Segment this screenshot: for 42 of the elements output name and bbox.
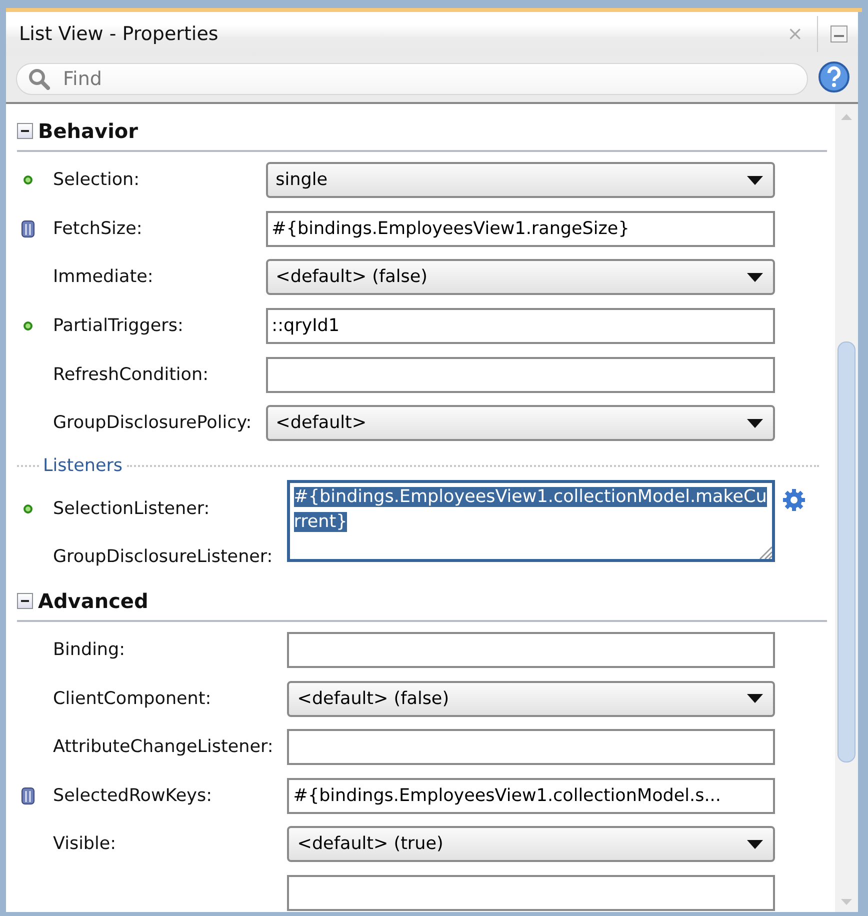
property-label: ClientComponent: [53,688,212,709]
caret-icon [747,840,763,849]
dropdown[interactable]: <default> (false) [266,259,775,296]
property-label: SelectionListener: [53,498,211,519]
text-field[interactable] [287,729,775,766]
text-field[interactable]: #{bindings.EmployeesView1.rangeSize} [266,210,775,247]
dropdown[interactable]: <default> (false) [287,680,775,717]
caret-icon [747,694,763,704]
property-label: AttributeChangeListener: [53,737,274,758]
property-label: GroupDisclosureListener: [53,547,273,568]
help-icon[interactable] [818,61,850,93]
resize-grip-icon [758,544,772,559]
search-icon [28,68,50,90]
collapse-toggle[interactable] [17,123,33,139]
text-field[interactable] [287,632,775,668]
property-label: GroupDisclosurePolicy: [53,413,252,434]
property-label: Selection: [53,170,141,190]
dropdown[interactable]: single [266,162,775,198]
section-title: Behavior [38,119,138,143]
dropdown[interactable]: <default> [266,405,775,442]
section-title: Advanced [38,588,148,613]
collapse-toggle[interactable] [17,592,33,609]
search-field[interactable]: Find [16,63,808,95]
property-label: RefreshCondition: [53,364,210,385]
group-label: Listeners [42,456,124,476]
property-label: Visible: [53,834,118,854]
settings-icon[interactable] [782,488,806,512]
text-field[interactable]: #{bindings.EmployeesView1.collectionModel.s... [287,778,775,814]
text-field[interactable] [266,356,775,393]
property-label: Immediate: [53,267,154,288]
caret-icon [747,418,763,428]
property-label: PartialTriggers: [53,316,184,336]
dropdown[interactable]: <default> (true) [287,826,775,862]
property-label: SelectedRowKeys: [53,786,213,806]
text-field[interactable] [287,875,775,912]
caret-icon [747,176,763,185]
panel-title: List View - Properties [19,23,220,45]
text-field[interactable]: ::qryId1 [266,308,775,344]
minimize-icon[interactable] [830,25,848,43]
caret-icon [747,272,763,282]
property-label: FetchSize: [53,218,144,239]
property-label: Binding: [53,640,126,660]
